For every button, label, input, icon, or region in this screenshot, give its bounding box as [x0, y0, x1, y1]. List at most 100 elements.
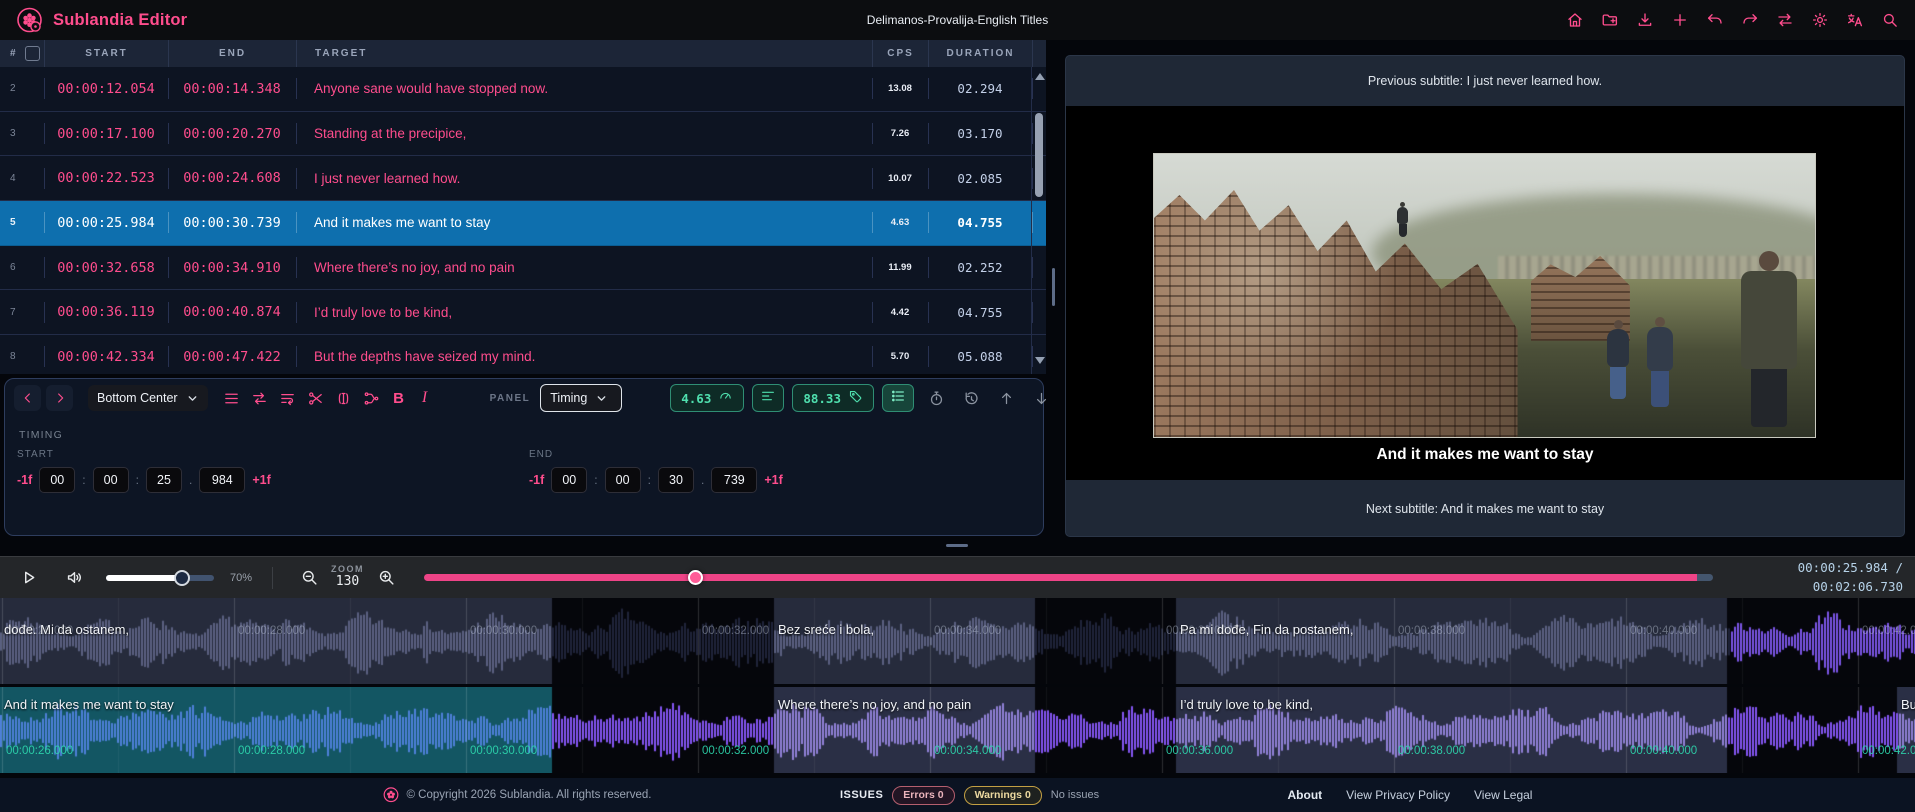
duration-cell[interactable]: 04.755 — [928, 201, 1032, 245]
panel-select[interactable]: Timing — [540, 384, 623, 412]
seek-bar[interactable] — [424, 570, 1713, 585]
row-index-cell[interactable]: 3 — [0, 112, 44, 156]
redo-icon[interactable] — [1741, 11, 1759, 29]
volume-button[interactable] — [58, 564, 90, 592]
position-select[interactable]: Bottom Center — [88, 385, 208, 411]
target-text-cell[interactable]: Where there’s no joy, and no pain — [296, 246, 872, 290]
start-time-cell[interactable]: 00:00:17.100 — [44, 112, 168, 156]
subtitle-row[interactable]: 6 00:00:32.658 00:00:34.910 Where there’s n… — [0, 245, 1046, 291]
stopwatch-icon[interactable] — [923, 385, 949, 411]
start-hours-input[interactable] — [39, 467, 76, 493]
end-time-cell[interactable]: 00:00:47.422 — [168, 335, 296, 374]
target-text-cell[interactable]: And it makes me want to stay — [296, 201, 872, 245]
align-text-button[interactable] — [752, 384, 785, 412]
play-button[interactable] — [12, 564, 44, 592]
row-index-cell[interactable]: 8 — [0, 335, 44, 374]
start-time-cell[interactable]: 00:00:22.523 — [44, 156, 168, 200]
download-icon[interactable] — [1636, 11, 1654, 29]
end-seconds-input[interactable] — [657, 467, 694, 493]
arrow-down-icon[interactable] — [1028, 385, 1054, 411]
end-hours-input[interactable] — [551, 467, 588, 493]
chevron-right-icon[interactable] — [46, 385, 73, 411]
pane-resize-handle-horizontal[interactable] — [946, 544, 968, 547]
scroll-up-arrow[interactable] — [1035, 73, 1045, 80]
row-index-cell[interactable]: 7 — [0, 290, 44, 334]
target-text-cell[interactable]: Standing at the precipice, — [296, 112, 872, 156]
end-time-cell[interactable]: 00:00:30.739 — [168, 201, 296, 245]
volume-slider-knob[interactable] — [173, 569, 190, 586]
cps-cell[interactable]: 4.42 — [872, 290, 928, 334]
home-icon[interactable] — [1566, 11, 1584, 29]
end-millis-input[interactable] — [711, 467, 758, 493]
cps-cell[interactable]: 7.26 — [872, 112, 928, 156]
end-minutes-input[interactable] — [604, 467, 641, 493]
cps-cell[interactable]: 11.99 — [872, 246, 928, 290]
history-icon[interactable] — [958, 385, 984, 411]
source-waveform-canvas[interactable] — [0, 598, 1915, 684]
start-seconds-input[interactable] — [145, 467, 182, 493]
end-time-cell[interactable]: 00:00:24.608 — [168, 156, 296, 200]
video-screen[interactable]: And it makes me want to stay — [1066, 106, 1904, 480]
errors-badge[interactable]: Errors 0 — [892, 785, 955, 805]
subtitle-row[interactable]: 2 00:00:12.054 00:00:14.348 Anyone sane wou… — [0, 67, 1046, 112]
end-time-cell[interactable]: 00:00:40.874 — [168, 290, 296, 334]
add-icon[interactable] — [1671, 11, 1689, 29]
cps-indicator-badge[interactable]: 4.63 — [670, 384, 745, 412]
scroll-down-arrow[interactable] — [1035, 357, 1045, 364]
start-time-cell[interactable]: 00:00:36.119 — [44, 290, 168, 334]
cps-cell[interactable]: 10.07 — [872, 156, 928, 200]
target-text-cell[interactable]: Anyone sane would have stopped now. — [296, 67, 872, 111]
end-plus-frame-button[interactable]: +1f — [764, 473, 782, 487]
new-folder-icon[interactable] — [1601, 11, 1619, 29]
start-time-cell[interactable]: 00:00:32.658 — [44, 246, 168, 290]
swap-icon[interactable] — [246, 385, 274, 411]
footer-link[interactable]: View Privacy Policy — [1346, 788, 1450, 802]
end-column-header[interactable]: END — [168, 40, 296, 67]
duration-cell[interactable]: 02.252 — [928, 246, 1032, 290]
start-minus-frame-button[interactable]: -1f — [17, 473, 32, 487]
cps-cell[interactable]: 4.63 — [872, 201, 928, 245]
pane-resize-handle-vertical[interactable] — [1052, 268, 1055, 306]
subtitle-row[interactable]: 3 00:00:17.100 00:00:20.270 Standing at the… — [0, 111, 1046, 157]
end-time-cell[interactable]: 00:00:34.910 — [168, 246, 296, 290]
settings-icon[interactable] — [1811, 11, 1829, 29]
footer-link[interactable]: View Legal — [1474, 788, 1533, 802]
justify-icon[interactable] — [218, 385, 246, 411]
row-index-cell[interactable]: 4 — [0, 156, 44, 200]
duration-cell[interactable]: 02.294 — [928, 67, 1032, 111]
duration-cell[interactable]: 04.755 — [928, 290, 1032, 334]
table-scrollbar[interactable] — [1031, 67, 1046, 374]
cps-cell[interactable]: 13.08 — [872, 67, 928, 111]
bold-button[interactable]: B — [386, 385, 412, 411]
chevron-left-icon[interactable] — [14, 385, 41, 411]
select-all-checkbox[interactable] — [24, 46, 40, 61]
duration-cell[interactable]: 02.085 — [928, 156, 1032, 200]
cps-cell[interactable]: 5.70 — [872, 335, 928, 374]
wrap-text-icon[interactable] — [274, 385, 302, 411]
cps-column-header[interactable]: CPS — [872, 40, 928, 67]
seek-bar-knob[interactable] — [687, 570, 703, 585]
italic-button[interactable]: I — [412, 385, 438, 411]
search-icon[interactable] — [1881, 11, 1899, 29]
translate-icon[interactable] — [1846, 11, 1864, 29]
checklist-button[interactable] — [882, 384, 914, 412]
footer-link[interactable]: About — [1288, 788, 1323, 802]
undo-icon[interactable] — [1706, 11, 1724, 29]
unit-icon[interactable] — [330, 385, 358, 411]
transfer-icon[interactable] — [1776, 11, 1794, 29]
subtitle-row[interactable]: 7 00:00:36.119 00:00:40.874 I’d truly love … — [0, 290, 1046, 336]
target-text-cell[interactable]: I’d truly love to be kind, — [296, 290, 872, 334]
start-column-header[interactable]: START — [44, 40, 168, 67]
score-indicator-badge[interactable]: 88.33 — [792, 384, 874, 412]
row-index-cell[interactable]: 5 — [0, 201, 44, 245]
row-index-cell[interactable]: 6 — [0, 246, 44, 290]
duration-column-header[interactable]: DURATION — [928, 40, 1032, 67]
end-time-cell[interactable]: 00:00:14.348 — [168, 67, 296, 111]
start-time-cell[interactable]: 00:00:42.334 — [44, 335, 168, 374]
start-minutes-input[interactable] — [92, 467, 129, 493]
start-plus-frame-button[interactable]: +1f — [252, 473, 270, 487]
zoom-out-button[interactable] — [293, 564, 325, 592]
start-time-cell[interactable]: 00:00:12.054 — [44, 67, 168, 111]
subtitle-row[interactable]: 4 00:00:22.523 00:00:24.608 I just never le… — [0, 156, 1046, 202]
start-time-cell[interactable]: 00:00:25.984 — [44, 201, 168, 245]
